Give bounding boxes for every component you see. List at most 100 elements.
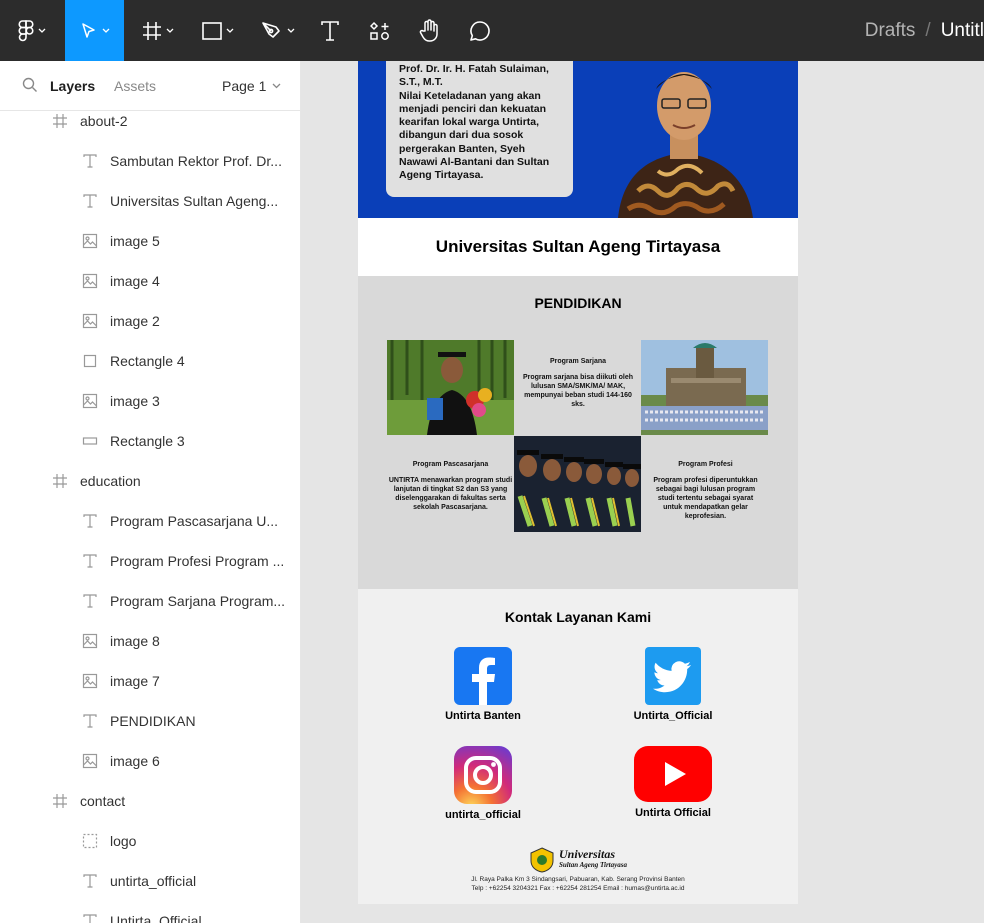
profesi-description: Program profesi diperuntukkan sebagai ba… [653,477,758,520]
contact-frame[interactable]: Kontak Layanan Kami Untirta Banten Untir… [358,589,798,904]
text-tool-button[interactable] [308,0,352,61]
rectangle-wide-layer-icon [82,433,98,449]
move-tool-button[interactable] [65,0,124,61]
file-title[interactable]: Untitl [941,20,984,42]
layer-row[interactable]: Rectangle 4 [0,341,300,381]
layer-row[interactable]: PENDIDIKAN [0,701,300,741]
youtube-contact[interactable]: Untirta Official [616,746,730,819]
rectangle-icon [202,21,222,40]
frame-layer-icon [52,793,68,809]
layer-row[interactable]: logo [0,821,300,861]
resources-icon [370,21,389,40]
layer-row[interactable]: image 3 [0,381,300,421]
hand-icon [419,18,438,42]
profesi-program-text: Program Profesi Program profesi diperunt… [648,460,763,521]
pen-icon [262,21,280,38]
university-logo-icon [530,847,554,873]
layer-name: Rectangle 3 [110,433,185,449]
main-menu-button[interactable] [0,0,64,61]
text-layer-icon [82,713,98,729]
chevron-down-icon [287,28,295,33]
rector-name: Prof. Dr. Ir. H. Fatah Sulaiman, S.T., M… [399,63,549,89]
layer-row[interactable]: untirta_official [0,861,300,901]
graduates-row-image[interactable] [514,436,641,532]
image-layer-icon [82,753,98,769]
layer-name: image 3 [110,393,160,409]
instagram-contact[interactable]: untirta_official [426,746,540,821]
education-title: PENDIDIKAN [534,295,622,311]
image-layer-icon [82,313,98,329]
search-icon[interactable] [22,77,38,93]
layer-name: Untirta_Official [110,913,202,923]
breadcrumb-drafts-link[interactable]: Drafts [865,20,916,42]
layer-row[interactable]: Program Pascasarjana U... [0,501,300,541]
frame-tool-button[interactable] [130,0,186,61]
education-frame[interactable]: PENDIDIKAN Program Sarjana Program sarja… [358,276,798,589]
figma-logo-icon [18,19,34,41]
layer-row[interactable]: Rectangle 3 [0,421,300,461]
logo[interactable]: Universitas Sultan Ageng Tirtayasa [358,847,798,873]
cursor-arrow-icon [81,22,95,38]
layer-name: education [80,473,141,489]
layer-name: Rectangle 4 [110,353,185,369]
twitter-label: Untirta_Official [633,710,713,722]
layer-row[interactable]: image 5 [0,221,300,261]
canvas[interactable]: Prof. Dr. Ir. H. Fatah Sulaiman, S.T., M… [301,61,984,923]
layer-name: Sambutan Rektor Prof. Dr... [110,153,282,169]
about-frame[interactable]: Prof. Dr. Ir. H. Fatah Sulaiman, S.T., M… [358,61,798,218]
chevron-down-icon [38,28,46,33]
chevron-down-icon [166,28,174,33]
tab-assets[interactable]: Assets [114,78,156,94]
sarjana-title: Program Sarjana [549,358,607,365]
layer-row[interactable]: Program Sarjana Program... [0,581,300,621]
layer-name: Program Sarjana Program... [110,593,286,609]
contact-title: Kontak Layanan Kami [504,609,652,625]
rector-card[interactable]: Prof. Dr. Ir. H. Fatah Sulaiman, S.T., M… [386,61,573,197]
comment-tool-button[interactable] [458,0,502,61]
layer-row[interactable]: education [0,461,300,501]
facebook-label: Untirta Banten [445,710,521,722]
layer-row[interactable]: Program Profesi Program ... [0,541,300,581]
rector-photo-image[interactable] [598,61,768,218]
page-selector[interactable]: Page 1 [222,78,281,94]
hand-tool-button[interactable] [408,0,452,61]
resources-tool-button[interactable] [358,0,402,61]
layer-name: image 5 [110,233,160,249]
layer-row[interactable]: image 7 [0,661,300,701]
layer-row[interactable]: about-2 [0,101,300,141]
layer-row[interactable]: image 4 [0,261,300,301]
layer-row[interactable]: image 6 [0,741,300,781]
address-block: Jl. Raya Palka Km 3 Sindangsari, Pabuara… [358,876,798,893]
layer-name: image 6 [110,753,160,769]
layer-row[interactable]: contact [0,781,300,821]
text-layer-icon [82,873,98,889]
layer-row[interactable]: Universitas Sultan Ageng... [0,181,300,221]
twitter-contact[interactable]: Untirta_Official [616,647,730,722]
chevron-down-icon [226,28,234,33]
layer-row[interactable]: image 2 [0,301,300,341]
shape-tool-button[interactable] [190,0,246,61]
youtube-icon [634,746,712,802]
sarjana-program-text: Program Sarjana Program sarjana bisa dii… [521,357,635,409]
profesi-title: Program Profesi [678,461,733,468]
text-icon [321,20,339,41]
layer-name: Program Pascasarjana U... [110,513,279,529]
text-layer-icon [82,553,98,569]
graduate-photo-image[interactable] [387,340,514,435]
address-line: Jl. Raya Palka Km 3 Sindangsari, Pabuara… [471,876,685,883]
tab-layers[interactable]: Layers [50,78,95,94]
layer-row[interactable]: image 8 [0,621,300,661]
layer-name: contact [80,793,126,809]
layer-row[interactable]: Sambutan Rektor Prof. Dr... [0,141,300,181]
facebook-contact[interactable]: Untirta Banten [426,647,540,722]
breadcrumb: Drafts / Untitl [865,0,984,61]
chevron-down-icon [272,83,281,89]
layer-name: PENDIDIKAN [110,713,196,729]
layer-name: Program Profesi Program ... [110,553,285,569]
comment-bubble-icon [470,20,490,41]
pen-tool-button[interactable] [250,0,306,61]
layer-row[interactable]: Untirta_Official [0,901,300,923]
logo-subtitle: Sultan Ageng Tirtayasa [559,861,627,869]
campus-building-image[interactable] [641,340,768,435]
logo-title: Universitas [559,847,616,861]
